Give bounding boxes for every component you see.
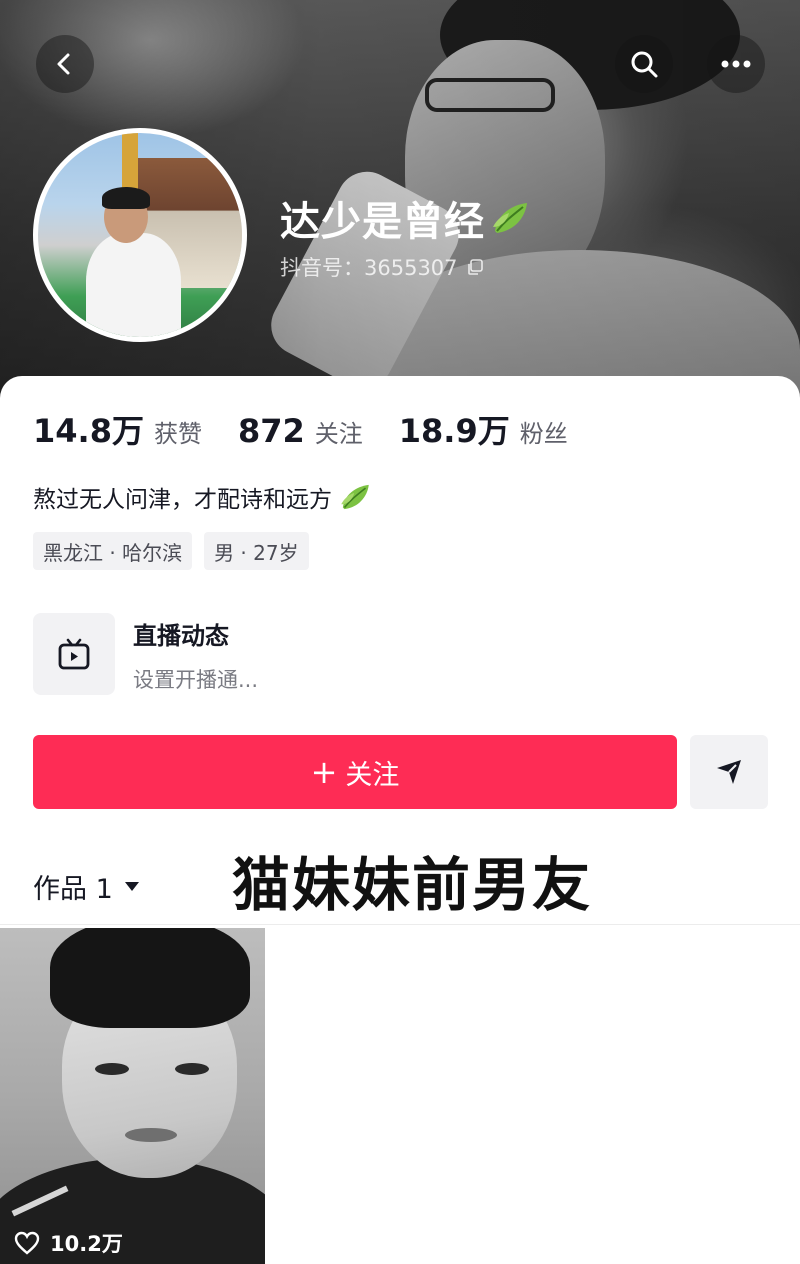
stats-row: 14.8万 获赞 872 关注 18.9万 粉丝 (33, 406, 604, 456)
follow-button[interactable]: + 关注 (33, 735, 677, 809)
video-photo-eye (95, 1063, 129, 1075)
avatar-photo-hair (102, 187, 150, 209)
profile-nickname: 达少是曾经 (280, 190, 531, 246)
follow-plus: + (310, 753, 338, 791)
stat-followers-label: 粉丝 (519, 420, 568, 448)
douyin-id[interactable]: 抖音号：3655307 (280, 252, 484, 282)
more-button[interactable] (707, 35, 765, 93)
tab-works[interactable]: 作品 1 (33, 866, 141, 906)
video-photo-mouth (125, 1128, 177, 1142)
divider (0, 924, 800, 925)
overlay-caption: 猫妹妹前男友 (232, 851, 593, 919)
video-photo-hair (50, 928, 250, 1028)
douyin-id-text: 抖音号：3655307 (280, 256, 458, 280)
stat-followers[interactable]: 18.9万 粉丝 (399, 406, 568, 452)
stat-likes[interactable]: 14.8万 获赞 (33, 406, 202, 452)
leaf-icon (341, 484, 369, 510)
send-icon (717, 760, 741, 784)
search-icon (631, 51, 658, 78)
stat-likes-value: 14.8万 (33, 412, 144, 450)
profile-bio: 熬过无人问津，才配诗和远方 (33, 480, 372, 514)
follow-label: 关注 (345, 759, 400, 791)
video-thumbnail[interactable]: 10.2万 (0, 928, 265, 1264)
more-icon (721, 60, 751, 68)
caret-down-icon (124, 882, 139, 891)
profile-card: 14.8万 获赞 872 关注 18.9万 粉丝 熬过无人问津，才配诗和远方 黑… (0, 376, 800, 1264)
video-photo-eye (175, 1063, 209, 1075)
heart-icon (14, 1231, 40, 1255)
avatar-photo-body (86, 233, 181, 337)
back-button[interactable] (36, 35, 94, 93)
tag-gender-age: 男 · 27岁 (204, 532, 309, 570)
profile-tags: 黑龙江 · 哈尔滨 男 · 27岁 (33, 532, 321, 570)
works-tab-label: 作品 1 (33, 873, 113, 905)
tag-location: 黑龙江 · 哈尔滨 (33, 532, 193, 570)
live-feed-button[interactable] (33, 613, 115, 695)
stat-following-label: 关注 (314, 420, 363, 448)
leaf-icon (493, 203, 527, 233)
video-likes-count: 10.2万 (50, 1232, 123, 1256)
tv-icon (58, 638, 90, 670)
live-feed-subtitle: 设置开播通... (133, 668, 259, 692)
search-button[interactable] (615, 35, 673, 93)
stat-following[interactable]: 872 关注 (238, 412, 363, 450)
copy-icon[interactable] (466, 258, 484, 276)
live-feed-title[interactable]: 直播动态 (133, 616, 229, 651)
stat-likes-label: 获赞 (153, 420, 202, 448)
message-button[interactable] (690, 735, 768, 809)
video-likes: 10.2万 (14, 1228, 123, 1258)
nickname-text: 达少是曾经 (280, 199, 485, 245)
stat-following-value: 872 (237, 412, 305, 450)
chevron-left-icon (57, 53, 70, 75)
avatar[interactable] (33, 128, 247, 342)
bio-text: 熬过无人问津，才配诗和远方 (33, 487, 332, 513)
stat-followers-value: 18.9万 (398, 412, 510, 450)
